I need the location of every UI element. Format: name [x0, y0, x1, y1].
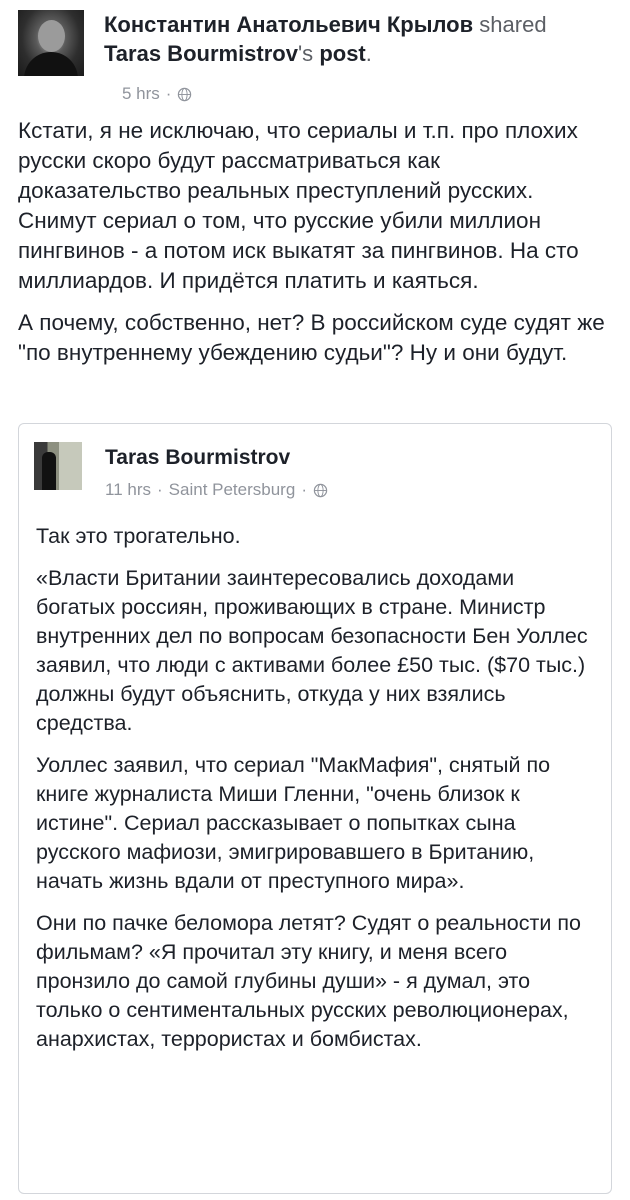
card-author-link[interactable]: Taras Bourmistrov: [105, 446, 290, 470]
card-meta: 11 hrs · Saint Petersburg ·: [105, 480, 328, 500]
shared-label: shared: [479, 12, 547, 37]
meta-separator: ·: [165, 84, 172, 103]
card-timestamp[interactable]: 11 hrs: [105, 480, 151, 500]
possessive-label: 's: [297, 41, 314, 66]
card-paragraph-1: Так это трогательно.: [36, 524, 241, 548]
card-meta-separator-2: ·: [301, 480, 307, 499]
card-meta-separator: ·: [157, 480, 163, 499]
card-paragraph-2: «Власти Британии заинтересовались дохода…: [36, 566, 588, 735]
post-meta: 5 hrs ·: [122, 84, 192, 104]
post-body: Кстати, я не исключаю, что сериалы и т.п…: [18, 116, 608, 380]
sharer-avatar[interactable]: [18, 10, 84, 76]
avatar-figure: [42, 452, 56, 490]
post-timestamp[interactable]: 5 hrs: [122, 84, 160, 104]
post-paragraph-2: А почему, собственно, нет? В российском …: [18, 310, 605, 365]
original-author-link[interactable]: Taras Bourmistrov: [104, 41, 298, 66]
original-author-avatar[interactable]: [34, 442, 82, 490]
sharer-name-link[interactable]: Константин Анатольевич Крылов: [104, 12, 473, 37]
avatar-face: [38, 20, 65, 52]
period: .: [365, 41, 372, 66]
share-line: Константин Анатольевич Крылов shared Tar…: [104, 10, 620, 68]
post-header: Константин Анатольевич Крылов shared Tar…: [18, 8, 620, 103]
card-location-link[interactable]: Saint Petersburg: [169, 480, 296, 500]
card-paragraph-3: Уоллес заявил, что сериал "МакМафия", сн…: [36, 753, 551, 893]
card-body: Так это трогательно. «Власти Британии за…: [36, 522, 595, 1067]
globe-icon: [178, 87, 192, 101]
globe-icon: [313, 483, 328, 497]
post-link[interactable]: post: [319, 41, 365, 66]
shared-post-card[interactable]: Taras Bourmistrov 11 hrs · Saint Petersb…: [18, 423, 612, 1194]
post-paragraph-1: Кстати, я не исключаю, что сериалы и т.п…: [18, 118, 579, 293]
card-paragraph-4: Они по пачке беломора летят? Судят о реа…: [36, 911, 581, 1051]
avatar-body: [24, 52, 78, 76]
